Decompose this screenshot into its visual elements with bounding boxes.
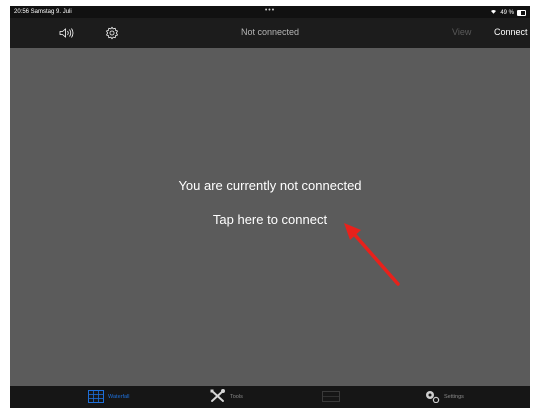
tools-icon (210, 389, 226, 405)
status-right: 49 % (490, 9, 526, 16)
connect-button[interactable]: Connect (494, 27, 528, 37)
ipad-screen: 20:56 Samstag 9. Juli ••• 49 % Not conne… (10, 6, 530, 408)
gears-icon (424, 389, 440, 405)
main-content: You are currently not connected Tap here… (10, 48, 530, 386)
not-connected-message: You are currently not connected (178, 178, 362, 193)
status-bar: 20:56 Samstag 9. Juli ••• 49 % (10, 6, 530, 18)
tab-bar: Waterfall Tools Settings (10, 386, 530, 408)
tab-tools-label: Tools (230, 394, 243, 400)
view-button[interactable]: View (452, 27, 471, 37)
blank-icon (322, 390, 340, 404)
tab-waterfall-label: Waterfall (108, 394, 130, 400)
tab-settings-label: Settings (444, 394, 464, 400)
top-toolbar: Not connected View Connect (10, 18, 530, 48)
waterfall-icon (88, 389, 104, 405)
tab-unlabeled[interactable] (322, 389, 344, 405)
tab-settings[interactable]: Settings (424, 389, 464, 405)
tap-to-connect-link[interactable]: Tap here to connect (10, 212, 530, 227)
multitasking-dots[interactable]: ••• (10, 7, 530, 14)
battery-percent: 49 % (500, 9, 514, 16)
wifi-icon (490, 9, 497, 16)
battery-icon (517, 9, 526, 16)
red-arrow-icon (344, 223, 400, 286)
tab-tools[interactable]: Tools (210, 389, 243, 405)
tab-waterfall[interactable]: Waterfall (88, 389, 130, 405)
